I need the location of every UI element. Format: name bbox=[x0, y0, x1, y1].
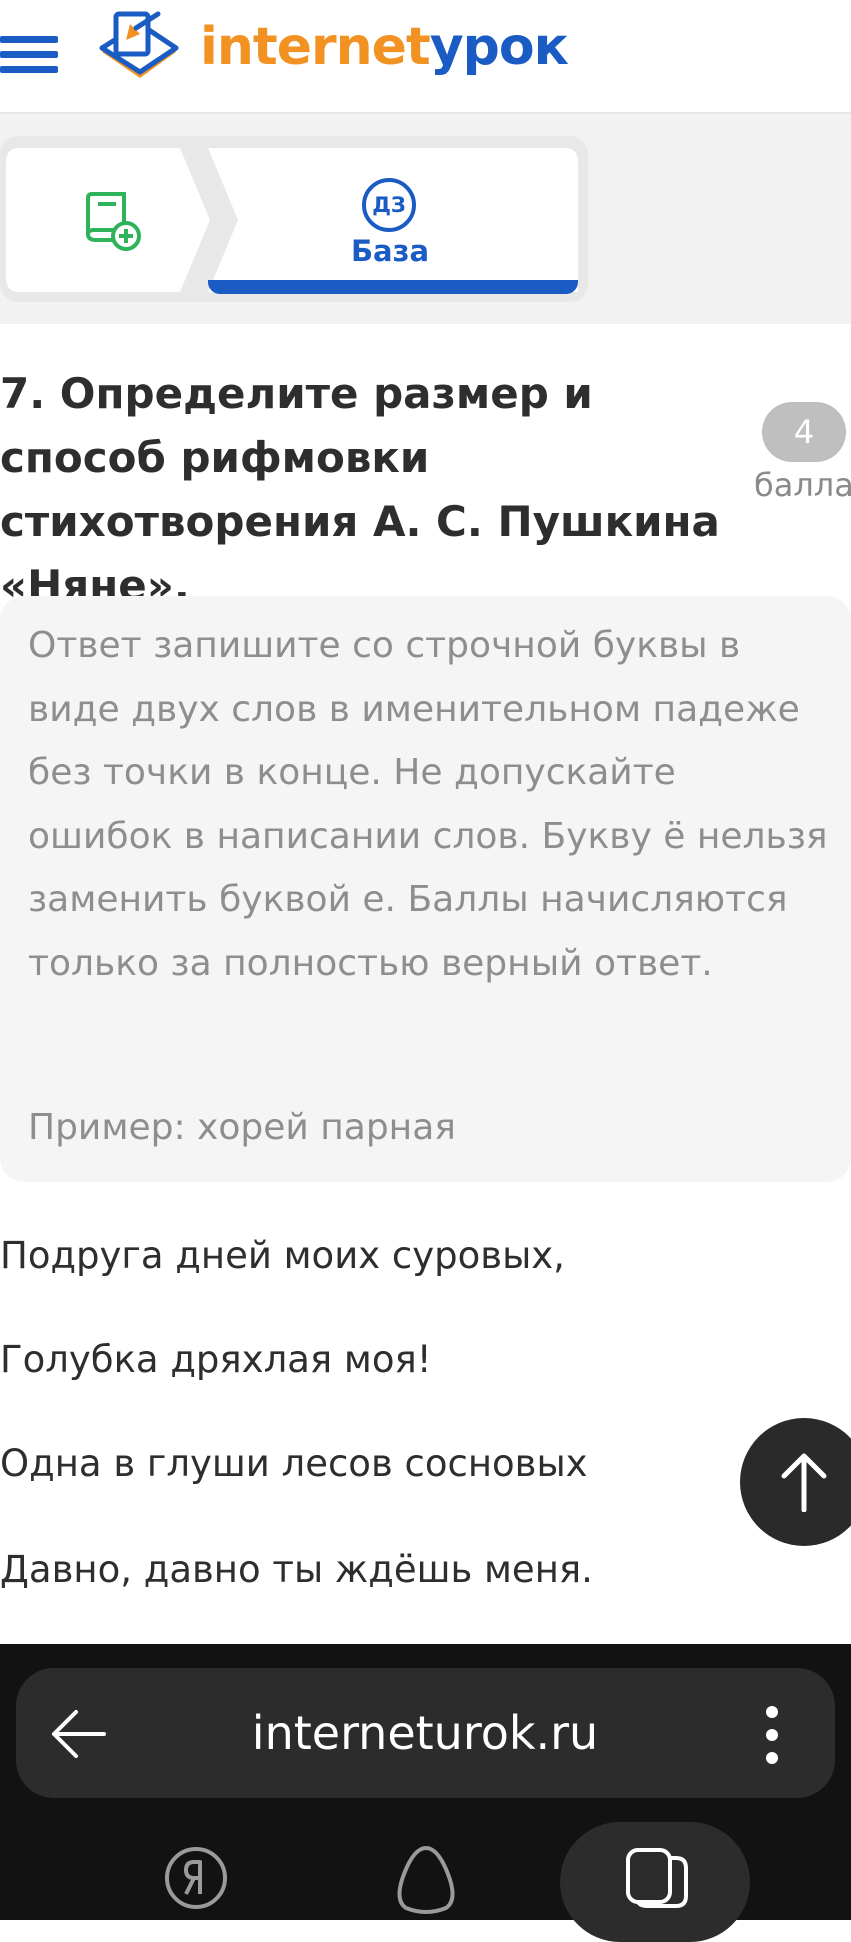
app-header: internetурок bbox=[0, 0, 851, 114]
question-title: 7. Определите размер и способ рифмовки с… bbox=[0, 369, 720, 610]
arrow-up-icon bbox=[781, 1453, 827, 1512]
url-text[interactable]: interneturok.ru bbox=[190, 1698, 660, 1768]
answer-example: Пример: хорей парная bbox=[28, 1107, 456, 1148]
poem-line: Подруга дней моих суровых, bbox=[0, 1234, 565, 1277]
score-badge: 4 bbox=[762, 402, 846, 462]
answer-instructions-text: Ответ запишите со строчной буквы в виде … bbox=[28, 625, 828, 984]
poem-line: Давно, давно ты ждёшь меня. bbox=[0, 1548, 593, 1591]
book-plus-icon bbox=[86, 192, 141, 251]
scroll-top-button[interactable] bbox=[740, 1418, 851, 1546]
home-icon[interactable] bbox=[390, 1844, 462, 1914]
active-tab-indicator bbox=[208, 280, 578, 294]
logo-text[interactable]: internetурок bbox=[200, 12, 569, 82]
dz-badge-icon: ДЗ bbox=[362, 178, 416, 232]
tabs-switcher-icon[interactable] bbox=[622, 1844, 692, 1910]
poem-line: Голубка дряхлая моя! bbox=[0, 1338, 432, 1381]
menu-icon[interactable] bbox=[0, 36, 58, 74]
score-unit: балла bbox=[754, 466, 851, 504]
back-arrow-icon[interactable] bbox=[48, 1706, 108, 1762]
poem-line: Одна в глуши лесов сосновых bbox=[0, 1442, 588, 1485]
yandex-icon[interactable] bbox=[164, 1846, 228, 1910]
more-menu-icon[interactable] bbox=[758, 1704, 786, 1766]
tab-base-label: База bbox=[350, 234, 430, 268]
logo-icon[interactable] bbox=[96, 8, 182, 94]
